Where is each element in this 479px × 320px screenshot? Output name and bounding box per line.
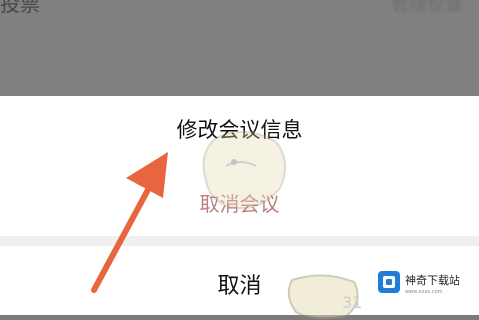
mascot-watermark-icon <box>202 130 287 210</box>
mascot-watermark-small-icon: 31 <box>287 274 362 320</box>
sheet-divider <box>0 236 479 246</box>
download-logo-icon <box>378 271 400 293</box>
logo-text: 神奇下载站 <box>405 274 460 287</box>
manage-settings-link[interactable]: 管理设置 <box>391 0 463 16</box>
logo-subtext: www.xxxx.com <box>405 289 443 295</box>
site-logo: 神奇下载站 www.xxxx.com <box>373 264 473 300</box>
vote-tab[interactable]: 投票 <box>0 0 40 17</box>
watermark-number: 31 <box>342 293 362 312</box>
dimmed-background: 投票 管理设置 <box>0 0 479 96</box>
